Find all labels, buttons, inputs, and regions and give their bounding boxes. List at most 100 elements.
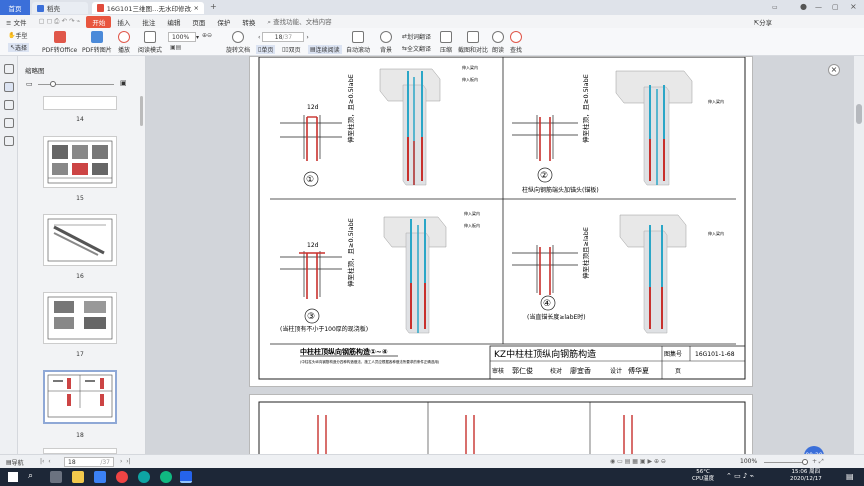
search-panel-icon[interactable] [4,136,14,146]
auto-scroll-button[interactable]: 自动滚动 [346,31,370,54]
vertical-annotation: 伸至柱顶，且≥0.5labE [581,74,590,143]
vertical-annotation: 伸至柱顶，且≥0.5labE [346,74,355,143]
status-zoom[interactable]: 100% [740,458,757,465]
small-thumb-icon[interactable]: ▭ [26,80,33,88]
menu-protect[interactable]: 保护 [211,17,236,27]
zoom-plus-icon[interactable]: + ⤢ [812,458,824,466]
view-mode-buttons[interactable]: ◉ ▭ ▤ ▦ ▣ ▶ ⊕ ⊖ [610,458,666,465]
rotate-document-button[interactable]: 旋转文档 [226,31,250,54]
check-label: 校对 [550,367,562,375]
zoom-slider-handle[interactable] [802,459,808,465]
wps-pdf-taskbar-icon[interactable] [180,471,192,483]
menu-edit[interactable]: 编辑 [161,17,186,27]
thumbnail-page-16[interactable] [43,214,117,266]
menu-page[interactable]: 页面 [186,17,211,27]
dim-text: 12d [307,104,319,111]
menu-insert[interactable]: 插入 [111,17,136,27]
pdf-office-icon [53,31,66,43]
thumbnail-page-14[interactable] [43,96,117,110]
background-button[interactable]: 背景 [380,31,392,54]
thumbnail-page-15[interactable] [43,136,117,188]
dim-text: 12d [307,242,319,249]
menu-annotate[interactable]: 批注 [136,17,161,27]
detail-1: 12d ① 伸至柱顶，且≥0.5labE 伸入梁内 伸入板内 [280,64,478,187]
menu-search[interactable]: ⌕ 查找功能、文档内容 [261,16,337,27]
task-view-icon[interactable] [50,471,62,483]
drawing-sheet: 12d ① 伸至柱顶，且≥0.5labE 伸入梁内 伸入板内 ② 柱纵向钢筋端头 [258,56,746,380]
continuous-read-button[interactable]: ▤ 连续阅读 [308,45,342,54]
zoom-select[interactable]: 100% ▾ [168,32,199,42]
tray-icons[interactable]: ⌃ ▭ ♪ ⌁ [726,472,754,480]
status-page-input[interactable]: 18/37 [64,457,114,467]
first-prev-buttons[interactable]: |‹ ‹ [40,458,51,465]
share-button[interactable]: ⇱分享 [748,17,778,27]
large-thumb-icon[interactable]: ▣ [120,79,127,87]
pdf-to-image-button[interactable]: PDF转图片 [82,31,112,54]
status-bar: ▤ 导航 |‹ ‹ 18/37 › ›| ◉ ▭ ▤ ▦ ▣ ▶ ⊕ ⊖ 100… [0,454,864,468]
vertical-scrollbar[interactable] [854,56,864,454]
compress-button[interactable]: 压缩 [440,31,452,54]
app-icon-blue[interactable] [94,471,106,483]
find-button[interactable]: 查找 [510,31,522,54]
select-tool-button[interactable]: ↖ 选择 [8,43,30,52]
tab-docer[interactable]: 稻壳 [32,2,88,14]
thumbnail-icon[interactable] [4,82,14,92]
thumb-label: 16 [76,273,84,280]
bookmark-icon[interactable] [4,64,14,74]
compare-button[interactable]: 截图和对比 [458,31,488,54]
next-page-icon[interactable]: › [306,34,308,41]
pdf-to-office-button[interactable]: PDF转Office [42,31,77,54]
menu-convert[interactable]: 转换 [236,17,261,27]
hand-tool-button[interactable]: ✋ 手型 [8,31,28,40]
fit-buttons[interactable]: ▣ ▤ [170,44,181,51]
read-mode-button[interactable]: 阅读模式 [138,31,162,54]
translate-word-button[interactable]: ⇄ 划词翻译 [402,32,431,41]
play-button[interactable]: 播放 [118,31,130,54]
windows-start-icon[interactable] [8,472,18,482]
menu-file[interactable]: ≡ 文件 [0,17,33,27]
prev-page-icon[interactable]: ‹ [258,34,260,41]
close-window-icon[interactable]: × [850,2,857,11]
taskbar-search-icon[interactable]: ⌕ [28,471,33,481]
scroll-thumb[interactable] [856,104,862,124]
slider-handle[interactable] [50,81,56,87]
document-canvas[interactable]: 12d ① 伸至柱顶，且≥0.5labE 伸入梁内 伸入板内 ② 柱纵向钢筋端头 [146,56,854,466]
nav-toggle-button[interactable]: ▤ 导航 [6,458,24,467]
attachment-icon[interactable] [4,118,14,128]
page-navigator[interactable]: ‹ 18/37 › [258,32,309,42]
maximize-window-icon[interactable]: ▢ [832,3,839,11]
menu-quick-icons[interactable]: ▢ ◻ ⎙ ↶ ↷ ⌁ [33,17,87,26]
minimize-window-icon[interactable]: — [815,3,822,11]
drawing-subnote: (中柱柱头纵向钢筋构造分四种构造做法，施工人员应根据各种做法所要求的条件正确选用… [300,359,440,364]
double-page-icon: ▯▯ [282,46,289,53]
next-last-buttons[interactable]: › ›| [120,458,131,465]
atlas-label: 图集号 [664,350,682,358]
app-icon-teal[interactable] [138,471,150,483]
double-page-button[interactable]: ▯▯ 双页 [282,45,301,54]
read-aloud-button[interactable]: 朗读 [492,31,504,54]
vertical-annotation: 伸至柱顶，且≥0.5labE [346,218,355,287]
avatar[interactable]: ● [800,2,807,11]
close-panel-icon[interactable]: × [828,64,840,76]
panel-scrollbar[interactable] [140,96,143,126]
title-block-main: KZ中柱柱顶纵向钢筋构造 [494,348,596,360]
clock[interactable]: 15:06 周四 2020/12/17 [790,469,822,483]
notification-icon[interactable]: ▤ [846,472,854,481]
close-tab-icon[interactable]: × [194,4,199,12]
new-tab-icon[interactable]: + [210,2,217,11]
single-page-button[interactable]: ▯ 单页 [256,45,276,54]
menu-start[interactable]: 开始 [86,15,112,28]
thumbnail-panel: 缩略图 ▭ ▣ 14 15 16 17 18 [18,56,146,454]
window-layout-icon[interactable]: ▭ [772,4,778,11]
thumbnail-page-18[interactable] [43,370,117,424]
tab-home[interactable]: 首页 [0,0,30,15]
detail-note-3: (当柱顶有不小于100厚的现浇板) [280,325,368,333]
chrome-icon[interactable] [116,471,128,483]
app-icon-green[interactable] [160,471,172,483]
thumbnail-page-17[interactable] [43,292,117,344]
translate-all-button[interactable]: ⇆ 全文翻译 [402,44,431,53]
zoom-buttons[interactable]: ⊕ ⊖ [202,32,212,39]
comment-icon[interactable] [4,100,14,110]
tab-document[interactable]: 16G101三维图…无水印修改.pdf× [92,2,204,14]
file-explorer-icon[interactable] [72,471,84,483]
